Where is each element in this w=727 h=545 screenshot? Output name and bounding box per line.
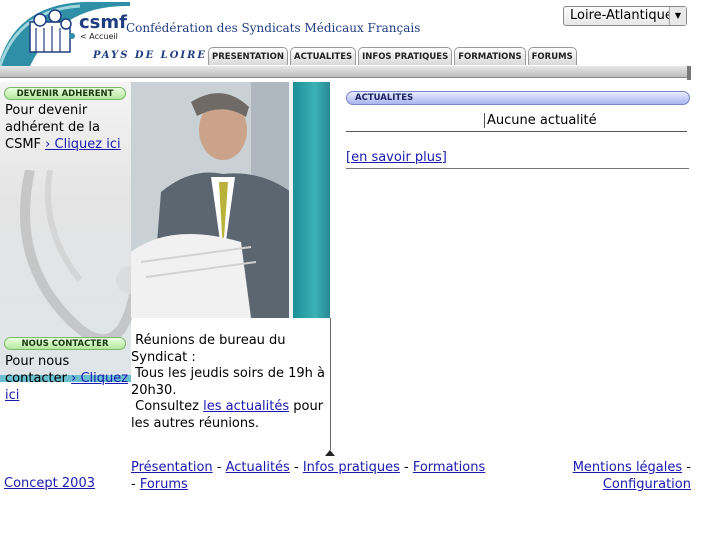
news-section-title: ACTUALITES xyxy=(346,91,690,105)
concept-link[interactable]: Concept 2003 xyxy=(4,476,95,491)
contact-section-title: NOUS CONTACTER xyxy=(4,337,126,350)
teal-accent-bar xyxy=(293,82,330,318)
footer-link-presentation[interactable]: Présentation xyxy=(131,460,213,475)
footer-link-forums[interactable]: Forums xyxy=(140,477,188,492)
news-divider-bottom xyxy=(346,168,689,169)
footer-link-actualites[interactable]: Actualités xyxy=(226,460,290,475)
column-divider xyxy=(330,318,331,450)
region-select-value: Loire-Atlantique xyxy=(570,8,673,23)
tab-formations[interactable]: FORMATIONS xyxy=(454,47,526,65)
tab-actualites[interactable]: ACTUALITES xyxy=(289,47,357,65)
home-link[interactable]: < Accueil xyxy=(80,32,118,41)
header-divider-bar xyxy=(0,66,691,78)
tab-presentation[interactable]: PRESENTATION xyxy=(208,47,288,65)
news-more-link[interactable]: [en savoir plus] xyxy=(346,150,447,165)
actualites-link[interactable]: les actualités xyxy=(203,399,289,414)
footer-legal: Mentions légales - Configuration xyxy=(572,460,691,492)
tab-forums[interactable]: FORUMS xyxy=(527,47,577,65)
news-empty-message: Aucune actualité xyxy=(484,113,597,128)
configuration-link[interactable]: Configuration xyxy=(603,477,691,492)
chevron-down-icon[interactable]: ▼ xyxy=(669,7,686,25)
main-tabs: PRESENTATION ACTUALITES INFOS PRATIQUES … xyxy=(208,46,579,66)
legal-link[interactable]: Mentions légales xyxy=(573,460,682,475)
org-title: Confédération des Syndicats Médicaux Fra… xyxy=(126,21,421,35)
contact-description: Pour nous contacter xyxy=(5,354,70,386)
footer-link-formations[interactable]: Formations xyxy=(413,460,485,475)
header-divider-cap xyxy=(687,66,691,80)
logo-text[interactable]: csmf xyxy=(79,12,127,33)
contact-text: Pour nous contacter › Cliquez ici xyxy=(5,353,129,404)
region-select[interactable]: Loire-Atlantique ▼ xyxy=(563,6,687,26)
tab-infos-pratiques[interactable]: INFOS PRATIQUES xyxy=(358,47,453,65)
bureau-line2: Tous les jeudis soirs de 19h à 20h30. xyxy=(131,366,325,398)
adherent-section-title: DEVENIR ADHERENT xyxy=(4,87,126,100)
adherent-link[interactable]: › Cliquez ici xyxy=(45,137,120,152)
news-divider xyxy=(346,131,687,132)
bureau-info: Réunions de bureau du Syndicat : Tous le… xyxy=(131,333,327,432)
footer-nav: Présentation - Actualités - Infos pratiq… xyxy=(131,460,486,492)
adherent-text: Pour devenir adhérent de la CSMF › Cliqu… xyxy=(5,102,129,153)
scroll-up-arrow-icon[interactable] xyxy=(325,450,335,456)
footer-link-infos-pratiques[interactable]: Infos pratiques xyxy=(303,460,400,475)
bureau-line1: Réunions de bureau du Syndicat : xyxy=(131,333,286,365)
bureau-line3-pre: Consultez xyxy=(135,399,199,414)
region-label: PAYS DE LOIRE xyxy=(93,50,208,61)
